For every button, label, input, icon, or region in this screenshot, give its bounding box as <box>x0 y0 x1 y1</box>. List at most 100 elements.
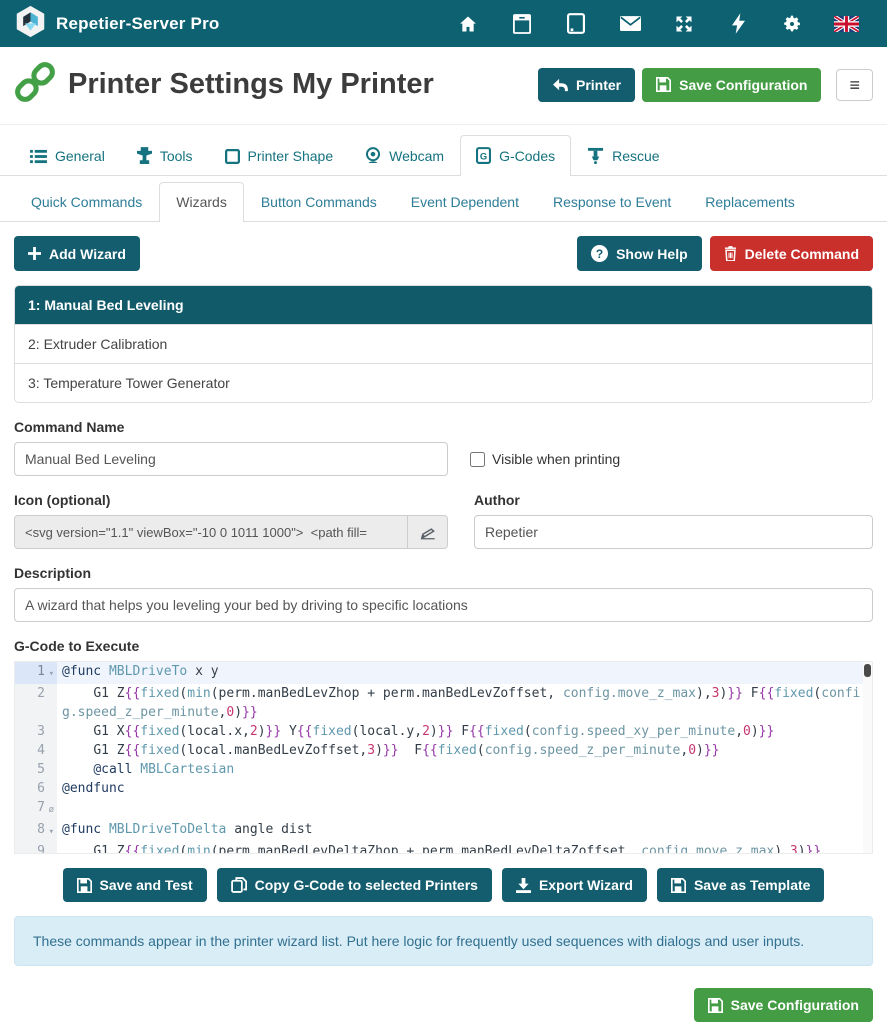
author-label: Author <box>474 492 873 508</box>
brand[interactable]: Repetier-Server Pro <box>14 5 219 43</box>
code-text: G1 Z{{fixed(local.manBedLevZoffset,3)}} … <box>57 741 872 760</box>
subtab-quick-commands[interactable]: Quick Commands <box>14 182 159 221</box>
tab-webcam[interactable]: Webcam <box>349 135 460 175</box>
code-line[interactable]: 5 @call MBLCartesian <box>15 760 872 779</box>
subtab-event-dependent[interactable]: Event Dependent <box>394 182 536 221</box>
line-number: 3 <box>15 722 57 741</box>
code-text: @func MBLDriveTo x y <box>57 662 872 684</box>
copy-icon <box>231 877 247 893</box>
home-icon[interactable] <box>441 14 495 34</box>
code-line[interactable]: 8▾@func MBLDriveToDelta angle dist <box>15 820 872 842</box>
save-and-test-button[interactable]: Save and Test <box>63 868 207 902</box>
code-text: @func MBLDriveToDelta angle dist <box>57 820 872 842</box>
code-line[interactable]: 2 G1 Z{{fixed(min(perm.manBedLevZhop + p… <box>15 684 872 722</box>
tablet-icon[interactable] <box>549 13 603 34</box>
icon-input-group <box>14 515 448 549</box>
expand-arrows-icon[interactable] <box>657 14 711 34</box>
gcode-editor[interactable]: 1▾@func MBLDriveTo x y2 G1 Z{{fixed(min(… <box>14 661 873 854</box>
command-name-input[interactable] <box>14 442 448 476</box>
line-number: 1▾ <box>15 662 57 684</box>
trash-icon <box>724 246 737 261</box>
author-input[interactable] <box>474 515 873 549</box>
edit-icon-button[interactable] <box>407 516 447 548</box>
wizard-actions-row: Add Wizard ? Show Help Delete Command <box>14 236 873 271</box>
save-icon <box>708 998 723 1013</box>
description-input[interactable] <box>14 588 873 622</box>
gcode-lines: 1▾@func MBLDriveTo x y2 G1 Z{{fixed(min(… <box>15 662 872 854</box>
page-header: Printer Settings My Printer Printer Save… <box>0 47 887 125</box>
icon-svg-input[interactable] <box>15 516 407 548</box>
editor-footer-buttons: Save and Test Copy G-Code to selected Pr… <box>14 868 873 902</box>
wizard-list: 1: Manual Bed Leveling 2: Extruder Calib… <box>14 285 873 403</box>
bolt-icon[interactable] <box>711 13 765 34</box>
add-wizard-button[interactable]: Add Wizard <box>14 236 140 271</box>
code-text: G1 Z{{fixed(min(perm.manBedLevDeltaZhop … <box>57 842 872 854</box>
subtab-response-to-event[interactable]: Response to Event <box>536 182 688 221</box>
gcode-file-icon: G <box>476 147 491 164</box>
subtab-button-commands[interactable]: Button Commands <box>244 182 394 221</box>
visible-when-printing-checkbox[interactable] <box>470 452 485 467</box>
delete-command-button[interactable]: Delete Command <box>710 236 873 271</box>
line-number: 7ø <box>15 798 57 820</box>
tool-icon <box>137 147 152 164</box>
code-line[interactable]: 7ø <box>15 798 872 820</box>
question-icon: ? <box>591 245 608 262</box>
save-configuration-button-bottom[interactable]: Save Configuration <box>694 988 873 1022</box>
editor-scrollbar-thumb[interactable] <box>864 664 871 677</box>
save-configuration-button-top[interactable]: Save Configuration <box>642 68 821 102</box>
line-number: 5 <box>15 760 57 779</box>
download-icon <box>516 878 531 893</box>
code-line[interactable]: 6@endfunc <box>15 779 872 798</box>
wizard-info-message: These commands appear in the printer wiz… <box>14 916 873 966</box>
save-as-template-button[interactable]: Save as Template <box>657 868 824 902</box>
save-icon <box>671 878 686 893</box>
wizard-item-manual-bed-leveling[interactable]: 1: Manual Bed Leveling <box>15 286 872 324</box>
editor-scrollbar-track <box>863 662 872 853</box>
line-number: 8▾ <box>15 820 57 842</box>
menu-toggle-button[interactable]: ≡ <box>836 69 873 101</box>
visible-when-printing-option[interactable]: Visible when printing <box>470 451 620 467</box>
code-text: G1 Z{{fixed(min(perm.manBedLevZhop + per… <box>57 684 872 722</box>
plus-icon <box>28 247 41 260</box>
tab-printer-shape[interactable]: Printer Shape <box>209 136 350 175</box>
code-line[interactable]: 9 G1 Z{{fixed(min(perm.manBedLevDeltaZho… <box>15 842 872 854</box>
navbar-icons <box>441 13 873 34</box>
page-title: Printer Settings My Printer <box>68 68 434 101</box>
subtab-replacements[interactable]: Replacements <box>688 182 812 221</box>
code-line[interactable]: 4 G1 Z{{fixed(local.manBedLevZoffset,3)}… <box>15 741 872 760</box>
tab-general[interactable]: General <box>14 136 121 175</box>
line-number: 6 <box>15 779 57 798</box>
printer-icon[interactable] <box>495 14 549 34</box>
svg-text:G: G <box>480 151 487 161</box>
tab-rescue[interactable]: Rescue <box>571 135 675 175</box>
line-number: 2 <box>15 684 57 722</box>
gear-icon[interactable] <box>765 14 819 34</box>
copy-gcode-button[interactable]: Copy G-Code to selected Printers <box>217 868 492 902</box>
export-wizard-button[interactable]: Export Wizard <box>502 868 647 902</box>
wizard-item-extruder-calibration[interactable]: 2: Extruder Calibration <box>15 324 872 363</box>
rescue-icon <box>587 147 604 164</box>
mail-icon[interactable] <box>603 16 657 31</box>
tab-g-codes[interactable]: G G-Codes <box>460 135 571 176</box>
top-navbar: Repetier-Server Pro <box>0 0 887 47</box>
list-icon <box>30 149 47 164</box>
gcode-subtabs: Quick Commands Wizards Button Commands E… <box>0 182 887 222</box>
shape-icon <box>225 149 240 164</box>
subtab-wizards[interactable]: Wizards <box>159 182 244 222</box>
printer-back-button[interactable]: Printer <box>538 68 635 102</box>
back-arrow-icon <box>552 78 568 92</box>
language-flag-uk-icon[interactable] <box>819 16 873 32</box>
wizard-item-temperature-tower[interactable]: 3: Temperature Tower Generator <box>15 363 872 402</box>
repetier-logo-icon <box>14 5 47 43</box>
line-number: 4 <box>15 741 57 760</box>
description-label: Description <box>14 565 873 581</box>
pencil-icon <box>420 524 436 540</box>
code-line[interactable]: 1▾@func MBLDriveTo x y <box>15 662 872 684</box>
save-icon <box>656 77 671 92</box>
brand-title: Repetier-Server Pro <box>56 14 219 34</box>
show-help-button[interactable]: ? Show Help <box>577 236 702 271</box>
line-number: 9 <box>15 842 57 854</box>
tab-tools[interactable]: Tools <box>121 135 209 175</box>
code-text: G1 X{{fixed(local.x,2)}} Y{{fixed(local.… <box>57 722 872 741</box>
code-line[interactable]: 3 G1 X{{fixed(local.x,2)}} Y{{fixed(loca… <box>15 722 872 741</box>
